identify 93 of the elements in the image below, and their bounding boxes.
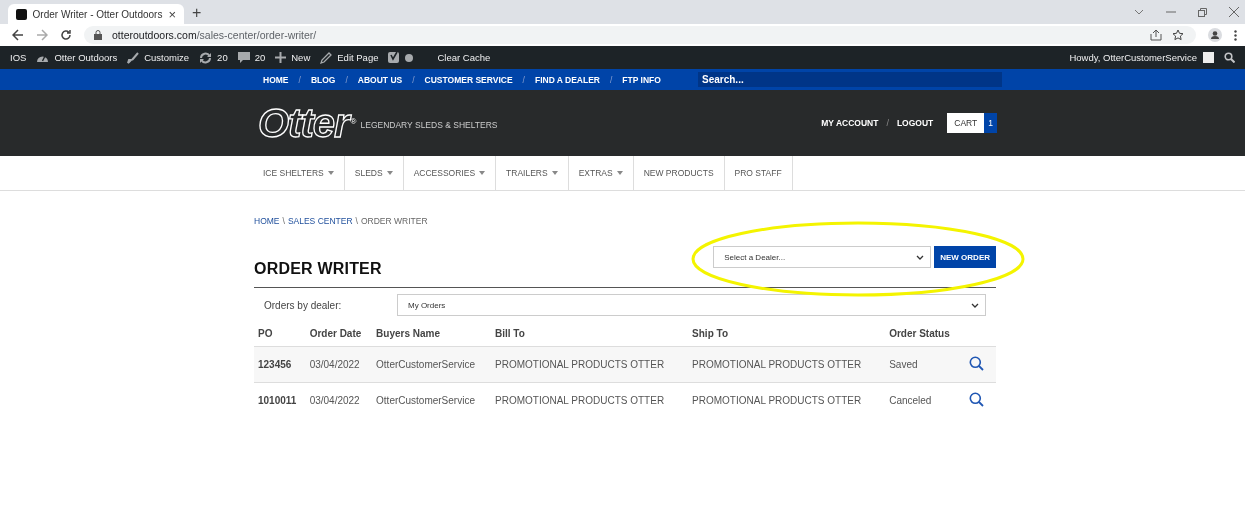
registered-mark: ® [350, 117, 357, 126]
table-cell: OtterCustomerService [372, 382, 492, 418]
admin-bar-item[interactable]: Edit Page [320, 51, 379, 64]
admin-bar-item[interactable]: New [275, 52, 311, 63]
category-menu-item[interactable]: TRAILERS [496, 156, 569, 190]
brush-icon [127, 51, 140, 64]
table-cell: PROMOTIONAL PRODUCTS OTTER [491, 346, 689, 383]
close-icon[interactable] [1229, 7, 1239, 17]
back-icon[interactable] [12, 29, 24, 41]
admin-bar-item[interactable]: 20 [237, 51, 266, 64]
tab-title: Order Writer - Otter Outdoors [32, 8, 163, 20]
chevron-down-icon [916, 254, 925, 260]
admin-bar-item[interactable] [388, 51, 414, 64]
profile-icon[interactable] [1208, 28, 1222, 42]
nav-link[interactable]: FTP INFO [622, 74, 661, 85]
address-field[interactable]: otteroutdoors.com/sales-center/order-writer/ [84, 26, 1196, 44]
column-header: Order Date [305, 322, 373, 347]
table-cell: 123456 [254, 346, 306, 383]
search-icon[interactable] [969, 356, 984, 371]
admin-bar-item[interactable]: Clear Cache [437, 52, 491, 63]
breadcrumb-link[interactable]: HOME [254, 216, 280, 226]
table-cell: Saved [885, 346, 962, 383]
new-order-button[interactable]: NEW ORDER [934, 246, 996, 268]
nav-link[interactable]: BLOG [310, 74, 336, 85]
column-header: Order Status [885, 322, 962, 347]
refresh-icon [199, 51, 213, 64]
search-field[interactable]: Search... [698, 72, 1002, 87]
table-cell: OtterCustomerService [372, 346, 492, 383]
column-header: PO [254, 322, 306, 347]
column-header: Buyers Name [372, 322, 492, 347]
cart-count-badge: 1 [984, 113, 997, 133]
admin-bar-item[interactable]: Customize [127, 51, 190, 64]
category-menu-item[interactable]: EXTRAS [568, 156, 634, 190]
column-header: Ship To [688, 322, 886, 347]
plus-icon [275, 52, 287, 63]
table-cell: PROMOTIONAL PRODUCTS OTTER [688, 382, 886, 418]
dealer-filter-select[interactable]: My Orders [397, 294, 986, 316]
category-menu-item[interactable]: ICE SHELTERS [253, 156, 345, 190]
header-separator: / [886, 118, 889, 128]
restore-icon[interactable] [1198, 7, 1207, 17]
user-greeting[interactable]: Howdy, OtterCustomerService [1069, 52, 1197, 63]
admin-bar-item[interactable]: 20 [199, 51, 228, 64]
table-cell: Canceled [885, 382, 962, 418]
tagline: LEGENDARY SLEDS & SHELTERS [360, 120, 498, 130]
filter-label: Orders by dealer: [263, 299, 343, 311]
seo-plugin-icon [388, 51, 401, 64]
table-cell: PROMOTIONAL PRODUCTS OTTER [491, 382, 689, 418]
table-cell: PROMOTIONAL PRODUCTS OTTER [688, 346, 886, 383]
menu-icon[interactable] [1234, 29, 1237, 41]
search-icon[interactable] [969, 392, 984, 407]
pencil-icon [320, 51, 333, 64]
url-text: otteroutdoors.com/sales-center/order-writer/ [112, 29, 317, 41]
breadcrumb-separator: \ [282, 216, 285, 226]
nav-link[interactable]: HOME [263, 74, 289, 85]
star-icon[interactable] [1172, 29, 1184, 41]
category-menu-item[interactable]: ACCESSORIES [403, 156, 497, 190]
nav-link[interactable]: FIND A DEALER [534, 74, 600, 85]
breadcrumb-separator: \ [355, 216, 358, 226]
new-tab-button[interactable]: + [192, 4, 202, 22]
current-page-label: ORDER WRITER [360, 216, 428, 226]
my-account-link[interactable]: MY ACCOUNT [821, 118, 879, 128]
table-cell: 03/04/2022 [305, 346, 373, 383]
nav-separator: / [412, 74, 415, 85]
close-tab-button[interactable]: × [168, 6, 176, 22]
cart-button[interactable]: CART [947, 113, 985, 133]
category-menu-item[interactable]: NEW PRODUCTS [633, 156, 725, 190]
chevron-down-icon[interactable] [1134, 9, 1144, 15]
browser-tab[interactable]: Order Writer - Otter Outdoors × [8, 4, 184, 24]
admin-bar-item[interactable]: Otter Outdoors [36, 52, 118, 63]
comment-icon [237, 51, 250, 64]
nav-separator: / [298, 74, 301, 85]
nav-link[interactable]: ABOUT US [357, 74, 403, 85]
breadcrumb-link[interactable]: SALES CENTER [287, 216, 353, 226]
table-cell: 1010011 [254, 382, 306, 418]
logout-link[interactable]: LOGOUT [896, 118, 934, 128]
nav-separator: / [522, 74, 525, 85]
admin-bar-item[interactable]: IOS [10, 52, 27, 63]
nav-separator: / [610, 74, 613, 85]
dealer-select[interactable]: Select a Dealer... [713, 246, 932, 268]
column-header: Bill To [491, 322, 689, 347]
avatar-icon [1203, 52, 1214, 63]
status-dot-icon [405, 53, 414, 62]
chevron-down-icon [971, 302, 979, 308]
page-title: ORDER WRITER [254, 260, 382, 278]
nav-link[interactable]: CUSTOMER SERVICE [424, 74, 513, 85]
reload-icon[interactable] [60, 29, 72, 41]
table-cell: 03/04/2022 [305, 382, 373, 418]
category-menu-item[interactable]: SLEDS [344, 156, 404, 190]
category-menu-item[interactable]: PRO STAFF [724, 156, 793, 190]
search-icon[interactable] [1224, 52, 1235, 63]
share-icon[interactable] [1150, 29, 1162, 41]
lock-icon [94, 30, 102, 40]
nav-separator: / [345, 74, 348, 85]
